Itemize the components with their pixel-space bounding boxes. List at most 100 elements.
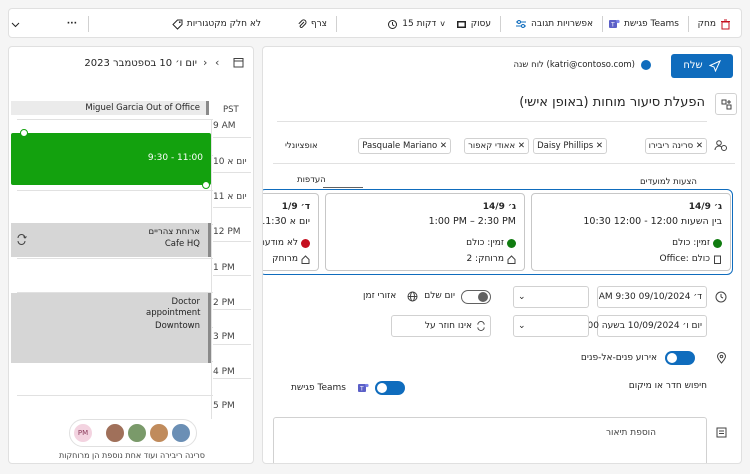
event-time: 9:30 - 11:00 (147, 153, 203, 163)
half-hour-line (213, 207, 251, 208)
delete-button[interactable]: מחק (698, 15, 731, 33)
suggestion-location: Office: כולם (660, 254, 722, 264)
all-day-event[interactable]: Miguel Garcia Out of Office (11, 101, 209, 115)
hour-label: 10 יום א (213, 157, 247, 167)
divider (688, 16, 689, 32)
avatar (149, 423, 169, 443)
svg-text:T: T (359, 386, 364, 393)
categorize-button[interactable]: לא חלק מקטגוריות (172, 15, 261, 33)
all-day-label: יום שלם (424, 291, 455, 301)
description-icon (716, 427, 727, 438)
hour-line (17, 190, 213, 191)
suggestion-card[interactable]: ג׳ 14/9 1:00 PM – 2:30 PM זמין: כולם מרו… (325, 193, 525, 271)
event-title: Doctor appointment (146, 297, 201, 318)
start-date-field[interactable]: ד׳ 09/10/2024 9:30 AM (597, 286, 707, 308)
globe-icon (407, 291, 418, 302)
teams-meeting-button[interactable]: T פגישת Teams (608, 15, 679, 33)
end-time-field[interactable]: ⌄ (513, 315, 589, 337)
resize-handle-bottom[interactable] (202, 181, 210, 189)
description-editor[interactable]: הוספת תיאור (273, 417, 707, 463)
suggestion-availability: זמין: כולם (672, 238, 722, 248)
divider (336, 16, 337, 32)
event-location: Cafe HQ (164, 239, 200, 249)
divider (277, 121, 707, 122)
doctor-appointment-event[interactable]: Doctor appointment Downtown (11, 293, 211, 363)
attendee-chip[interactable]: סרינה ריבירו ✕ (644, 138, 707, 154)
proposed-meeting-event[interactable]: 9:30 - 11:00 (11, 129, 211, 189)
hour-label: 2 PM (213, 298, 235, 308)
chevron-down-icon: v (440, 19, 445, 28)
divider (323, 187, 363, 188)
suggestion-date: ד׳ 1/9 (281, 202, 310, 212)
room-search-input[interactable]: חיפוש חדר או מיקום (629, 381, 707, 391)
grid-divider (211, 119, 212, 419)
event-title: ארוחת צהריים (148, 227, 200, 237)
half-hour-line (213, 172, 251, 173)
time-zones-button[interactable]: אזורי זמן (363, 291, 396, 301)
attendee-chip[interactable]: Pasquale Mariano ✕ (358, 138, 451, 154)
end-date-field[interactable]: יום ו׳ 10/09/2024 בשעה 11:00 (573, 315, 707, 337)
attendee-chip[interactable]: Daisy Phillips ✕ (533, 138, 607, 154)
svg-text:T: T (610, 22, 615, 29)
paperclip-icon (298, 18, 307, 28)
in-person-label: אירוע פנים-אל-פנים (580, 353, 657, 363)
suggestion-card[interactable]: ד׳ 1/9 11:30 יום א לא מודעת מרוחק (263, 193, 319, 271)
suggestion-availability: לא מודעת (263, 238, 310, 248)
show-as-busy-button[interactable]: עסוק (456, 15, 491, 33)
suggestion-time: 11:30 יום א (263, 216, 310, 227)
lunch-event[interactable]: ארוחת צהריים Cafe HQ (11, 223, 211, 257)
resize-handle-top[interactable] (20, 129, 28, 137)
repeat-icon (477, 321, 485, 331)
event-title-input[interactable]: הפעלת סיעור מוחות (באופן אישי) (425, 95, 705, 110)
in-person-toggle[interactable] (665, 351, 695, 365)
available-icon (507, 238, 516, 248)
chevron-down-icon: ⌄ (518, 321, 526, 331)
send-button[interactable]: שלח (671, 54, 733, 78)
calendar-view-icon[interactable] (233, 57, 244, 71)
calendar-color-dot (641, 60, 651, 70)
people-icon (714, 140, 727, 151)
divider (500, 16, 501, 32)
half-hour-line (213, 241, 251, 242)
hour-label: 3 PM (213, 332, 235, 342)
available-icon (713, 238, 722, 248)
suggestions-label: הצעות למועדים (640, 177, 697, 187)
suggestion-date: ג׳ 14/9 (482, 202, 516, 212)
suggestion-card[interactable]: ג׳ 14/9 10:30 בין השעות 12:00 - 12:00 זמ… (531, 193, 731, 271)
avatar (105, 423, 125, 443)
teams-icon: T (609, 19, 620, 29)
more-options-button[interactable]: ··· (67, 15, 77, 33)
tag-icon (172, 19, 183, 30)
trash-icon (721, 19, 730, 29)
busy-icon (301, 238, 310, 248)
start-time-field[interactable]: ⌄ (513, 286, 589, 308)
repeat-dropdown[interactable]: אינו חוזר על (391, 315, 491, 337)
next-day-button[interactable]: › (203, 56, 207, 69)
hour-label: 4 PM (213, 367, 235, 377)
avatar (171, 423, 191, 443)
previous-day-button[interactable]: ‹ (215, 56, 219, 69)
response-options-button[interactable]: אפשרויות תגובה (515, 15, 593, 33)
avatar-initials: PM (73, 423, 93, 443)
half-hour-line (213, 344, 251, 345)
attach-button[interactable]: צרף (297, 15, 327, 33)
divider (273, 163, 735, 164)
reminder-button[interactable]: 15 דקות v (387, 15, 445, 33)
attendee-chip[interactable]: אאודי קאפור ✕ (464, 138, 529, 154)
half-hour-line (213, 378, 251, 379)
suggestion-time: 10:30 בין השעות 12:00 - 12:00 (583, 216, 722, 227)
remote-attendees-note: סרינה ריבירה ועוד אחת נוספת הן מרוחקות (59, 451, 205, 460)
all-day-toggle[interactable] (461, 290, 491, 304)
half-hour-line (213, 309, 251, 310)
description-placeholder: הוספת תיאור (605, 428, 656, 438)
teams-meeting-toggle[interactable] (375, 381, 405, 395)
expand-ribbon-button[interactable] (11, 15, 20, 33)
optional-attendees-button[interactable]: אופציונלי (285, 141, 318, 151)
chevron-down-icon (11, 22, 20, 27)
teams-icon: T (358, 383, 369, 393)
add-category-button[interactable] (715, 93, 737, 115)
calendar-selector[interactable]: לוח שנה (katri@contoso.com) (513, 60, 651, 70)
preferences-button[interactable]: העדפות (297, 175, 326, 185)
scheduling-pane: ‹ › יום ו׳ 10 בספטמבר 2023 PST Miguel Ga… (8, 46, 254, 464)
calendar-date-header: יום ו׳ 10 בספטמבר 2023 (84, 58, 197, 69)
